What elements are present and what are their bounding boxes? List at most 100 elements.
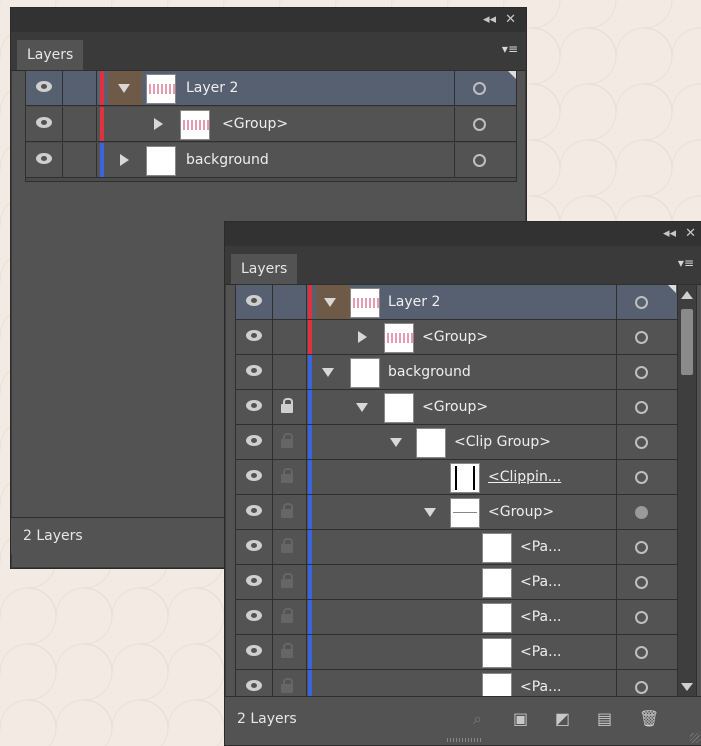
visibility-toggle[interactable] [236,320,273,354]
layer-row[interactable]: <Clippin... [236,460,696,495]
lock-toggle[interactable] [272,285,307,319]
panel-titlebar[interactable]: ◂◂ ✕ [225,222,701,246]
lock-toggle[interactable] [272,530,307,564]
visibility-toggle[interactable] [236,635,273,669]
make-clipping-mask-icon[interactable]: ◩ [555,709,570,728]
lock-toggle[interactable] [272,670,307,697]
collapse-arrow-icon[interactable] [324,298,336,307]
visibility-toggle[interactable] [236,530,273,564]
lock-toggle[interactable] [272,425,307,459]
layer-row[interactable]: <Pa... [236,565,696,600]
collapse-icon[interactable]: ◂◂ [483,10,496,30]
layer-name[interactable]: <Group> [488,495,554,529]
tab-layers[interactable]: Layers [231,254,298,284]
layer-name[interactable]: <Pa... [520,600,561,634]
layer-row[interactable]: Layer 2 [26,71,516,106]
layer-row[interactable]: <Pa... [236,600,696,635]
layer-name[interactable]: <Pa... [520,635,561,669]
layer-name[interactable]: <Group> [222,107,288,141]
layer-name[interactable]: <Pa... [520,530,561,564]
layer-row[interactable]: <Clip Group> [236,425,696,460]
visibility-toggle[interactable] [236,425,273,459]
expand-arrow-icon[interactable] [154,118,163,130]
layer-name[interactable]: <Group> [422,390,488,424]
target-toggle[interactable] [616,285,665,319]
layer-name[interactable]: <Pa... [520,670,561,697]
expand-arrow-icon[interactable] [358,331,367,343]
target-toggle[interactable] [616,670,665,697]
collapse-arrow-icon[interactable] [424,508,436,517]
lock-toggle[interactable] [272,600,307,634]
vertical-scrollbar[interactable] [677,285,696,697]
tab-layers[interactable]: Layers [17,40,84,70]
lock-toggle[interactable] [272,460,307,494]
visibility-toggle[interactable] [26,143,63,177]
lock-toggle[interactable] [272,390,307,424]
collapse-arrow-icon[interactable] [118,84,130,93]
visibility-toggle[interactable] [236,495,273,529]
layer-row[interactable]: <Group> [236,495,696,530]
target-toggle[interactable] [616,390,665,424]
close-icon[interactable]: ✕ [505,10,516,30]
delete-icon[interactable]: 🗑 [639,709,659,728]
lock-toggle[interactable] [62,143,97,177]
layer-row[interactable]: <Pa... [236,635,696,670]
lock-toggle[interactable] [62,71,97,105]
visibility-toggle[interactable] [26,107,63,141]
layer-name[interactable]: <Clip Group> [454,425,551,459]
layer-row[interactable]: <Group> [236,320,696,355]
collapse-icon[interactable]: ◂◂ [663,224,676,244]
visibility-toggle[interactable] [236,565,273,599]
target-toggle[interactable] [616,530,665,564]
layer-name[interactable]: background [186,143,269,177]
visibility-toggle[interactable] [236,390,273,424]
panel-menu-icon[interactable]: ▾≡ [502,42,518,56]
target-toggle[interactable] [616,495,665,529]
layer-row[interactable]: <Group> [26,107,516,142]
panel-titlebar[interactable]: ◂◂ ✕ [11,8,526,32]
collapse-arrow-icon[interactable] [322,368,334,377]
layer-row[interactable]: <Pa... [236,530,696,565]
expand-arrow-icon[interactable] [120,154,129,166]
target-toggle[interactable] [616,600,665,634]
resize-grip[interactable] [446,738,481,742]
lock-toggle[interactable] [272,635,307,669]
scroll-thumb[interactable] [681,309,693,375]
lock-toggle[interactable] [272,565,307,599]
target-toggle[interactable] [616,425,665,459]
visibility-toggle[interactable] [236,285,273,319]
target-toggle[interactable] [616,320,665,354]
collapse-arrow-icon[interactable] [390,438,402,447]
panel-menu-icon[interactable]: ▾≡ [678,256,694,270]
target-toggle[interactable] [616,355,665,389]
visibility-toggle[interactable] [236,460,273,494]
search-icon[interactable]: ⌕ [473,709,482,729]
new-layer-icon[interactable]: ▤ [597,709,612,728]
visibility-toggle[interactable] [236,670,273,697]
layer-name[interactable]: Layer 2 [186,71,238,105]
layer-row[interactable]: background [236,355,696,390]
layer-row[interactable]: background [26,143,516,178]
collapse-arrow-icon[interactable] [356,403,368,412]
layer-name[interactable]: background [388,355,471,389]
scroll-down-icon[interactable] [681,683,693,691]
target-toggle[interactable] [454,143,503,177]
visibility-toggle[interactable] [26,71,63,105]
scroll-up-icon[interactable] [681,291,693,299]
lock-toggle[interactable] [62,107,97,141]
layer-name[interactable]: <Group> [422,320,488,354]
target-toggle[interactable] [616,565,665,599]
layer-row[interactable]: Layer 2 [236,285,696,320]
layer-name[interactable]: <Pa... [520,565,561,599]
close-icon[interactable]: ✕ [685,224,696,244]
visibility-toggle[interactable] [236,600,273,634]
target-toggle[interactable] [454,71,503,105]
lock-toggle[interactable] [272,355,307,389]
visibility-toggle[interactable] [236,355,273,389]
target-toggle[interactable] [616,460,665,494]
layer-name[interactable]: <Clippin... [488,460,561,494]
target-toggle[interactable] [454,107,503,141]
lock-toggle[interactable] [272,495,307,529]
lock-toggle[interactable] [272,320,307,354]
layer-row[interactable]: <Pa... [236,670,696,697]
